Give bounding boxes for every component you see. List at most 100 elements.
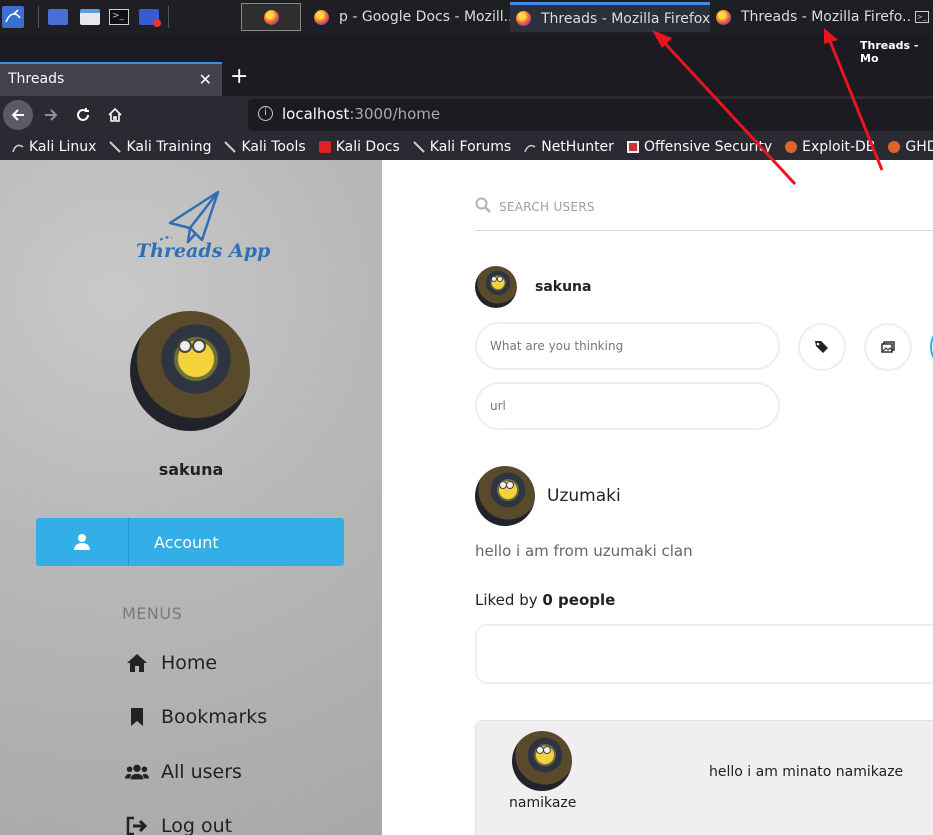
desktop-icon[interactable]	[47, 6, 69, 28]
url-placeholder: url	[490, 399, 506, 413]
avatar-eye	[192, 339, 206, 353]
taskbar-separator	[168, 6, 169, 28]
forward-button[interactable]	[36, 100, 66, 130]
firefox-icon	[314, 9, 329, 25]
menu-item-home[interactable]: Home	[125, 652, 217, 674]
bookmark-label: Kali Tools	[241, 139, 306, 155]
taskbar-task-threads-active[interactable]: Threads - Mozilla Firefox	[510, 2, 710, 32]
bookmark-icon	[125, 707, 149, 727]
tab-title: Threads	[8, 71, 65, 87]
tab-strip: Threads ✕ +	[0, 62, 933, 96]
bookmark-kali-forums[interactable]: Kali Forums	[413, 139, 511, 155]
reload-button[interactable]	[68, 100, 98, 130]
user-icon	[36, 518, 129, 566]
browser-chrome: Threads - Mo Threads ✕ + i localhost:300…	[0, 34, 933, 160]
reload-icon	[77, 108, 89, 121]
navigation-bar: i localhost:3000/home	[0, 96, 933, 134]
post-author-avatar[interactable]	[475, 466, 535, 526]
kali-docs-icon	[318, 141, 331, 153]
url-input[interactable]: url	[475, 382, 780, 430]
image-upload-button[interactable]	[864, 323, 912, 371]
taskbar-separator	[38, 6, 39, 28]
arrow-left-icon	[11, 109, 24, 121]
avatar-eye	[543, 746, 551, 754]
bookmark-kali-docs[interactable]: Kali Docs	[318, 139, 400, 155]
taskbar-task-google-docs[interactable]: p - Google Docs - Mozill...	[308, 2, 510, 32]
account-label: Account	[154, 533, 219, 552]
firefox-launcher[interactable]	[241, 3, 301, 31]
sidebar-username: sakuna	[158, 460, 224, 479]
site-info-icon[interactable]: i	[258, 106, 273, 121]
reply-author-avatar[interactable]	[512, 731, 572, 791]
close-tab-icon[interactable]: ✕	[199, 70, 212, 89]
back-button[interactable]	[3, 100, 33, 130]
arrow-right-icon	[45, 109, 58, 121]
avatar-eye	[178, 339, 192, 353]
task-title: p - Google Docs - Mozill...	[339, 9, 510, 25]
bookmark-kali-linux[interactable]: Kali Linux	[12, 139, 96, 155]
search-users-input[interactable]: SEARCH USERS	[475, 188, 933, 231]
home-button[interactable]	[100, 100, 130, 130]
new-tab-button[interactable]: +	[230, 64, 248, 89]
menu-item-log-out[interactable]: Log out	[125, 815, 232, 835]
thought-input[interactable]: What are you thinking	[475, 322, 780, 370]
profile-avatar[interactable]	[130, 311, 250, 431]
bookmark-label: Kali Forums	[429, 139, 512, 155]
main-feed: SEARCH USERS sakuna What are you thinkin…	[382, 160, 933, 835]
bookmark-label: Kali Docs	[335, 139, 400, 155]
os-taskbar: >_ p - Google Docs - Mozill... Threads -…	[0, 0, 933, 34]
bookmark-label: Exploit-DB	[802, 139, 876, 155]
file-manager-icon[interactable]	[79, 6, 101, 28]
url-bar[interactable]: i localhost:3000/home	[248, 99, 933, 131]
home-icon	[125, 653, 149, 673]
liked-count: 0 people	[542, 591, 616, 609]
menu-item-all-users[interactable]: All users	[125, 761, 242, 783]
screen-recorder-icon[interactable]	[138, 6, 161, 28]
terminal-task-icon[interactable]: >_	[911, 6, 933, 28]
post-header: Uzumaki	[475, 466, 621, 526]
ghdb-icon	[888, 141, 901, 153]
offsec-icon	[626, 141, 639, 153]
bookmark-exploit-db[interactable]: Exploit-DB	[785, 139, 875, 155]
comment-input[interactable]	[475, 624, 933, 684]
current-user-avatar[interactable]	[475, 266, 517, 308]
logo-text: Threads App	[136, 240, 271, 262]
current-user-name: sakuna	[535, 279, 592, 295]
taskbar-task-threads[interactable]: Threads - Mozilla Firefo...	[710, 2, 910, 32]
bookmark-offensive-security[interactable]: Offensive Security	[626, 139, 773, 155]
tab-threads[interactable]: Threads ✕	[0, 62, 222, 96]
reply-card: namikaze hello i am minato namikaze	[475, 720, 933, 835]
likes-summary[interactable]: Liked by 0 people	[475, 591, 615, 609]
menu-label: Home	[161, 652, 218, 674]
firefox-icon	[516, 11, 531, 26]
url-path: :3000/home	[349, 105, 441, 123]
bookmark-ghdb[interactable]: GHD	[888, 139, 933, 155]
terminal-icon[interactable]: >_	[108, 6, 130, 28]
bookmark-label: GHD	[905, 139, 933, 155]
kali-dragon-icon	[413, 141, 425, 153]
kali-menu-icon[interactable]	[2, 6, 24, 28]
home-icon	[108, 107, 122, 122]
firefox-icon	[263, 9, 279, 25]
sidebar: Threads App sakuna Account MENUS Home Bo…	[0, 160, 382, 835]
bookmark-kali-training[interactable]: Kali Training	[109, 139, 211, 155]
reply-text: hello i am minato namikaze	[709, 764, 904, 780]
search-icon	[475, 197, 491, 213]
web-page: Threads App sakuna Account MENUS Home Bo…	[0, 160, 933, 835]
thought-placeholder: What are you thinking	[490, 339, 624, 353]
account-button[interactable]: Account	[36, 518, 344, 566]
avatar-eye	[497, 276, 503, 282]
app-logo[interactable]: Threads App	[130, 188, 270, 282]
bookmark-label: Offensive Security	[643, 139, 773, 155]
menu-label: All users	[161, 761, 242, 783]
post-author-name[interactable]: Uzumaki	[547, 486, 621, 506]
bookmark-kali-tools[interactable]: Kali Tools	[224, 139, 306, 155]
menu-item-bookmarks[interactable]: Bookmarks	[125, 706, 267, 728]
bookmark-nethunter[interactable]: NetHunter	[524, 139, 614, 155]
images-icon	[881, 341, 895, 353]
tags-icon	[815, 341, 828, 353]
tag-button[interactable]	[798, 323, 846, 371]
kali-dragon-icon	[224, 141, 237, 153]
users-icon	[125, 763, 149, 781]
reply-author-name[interactable]: namikaze	[509, 795, 576, 811]
